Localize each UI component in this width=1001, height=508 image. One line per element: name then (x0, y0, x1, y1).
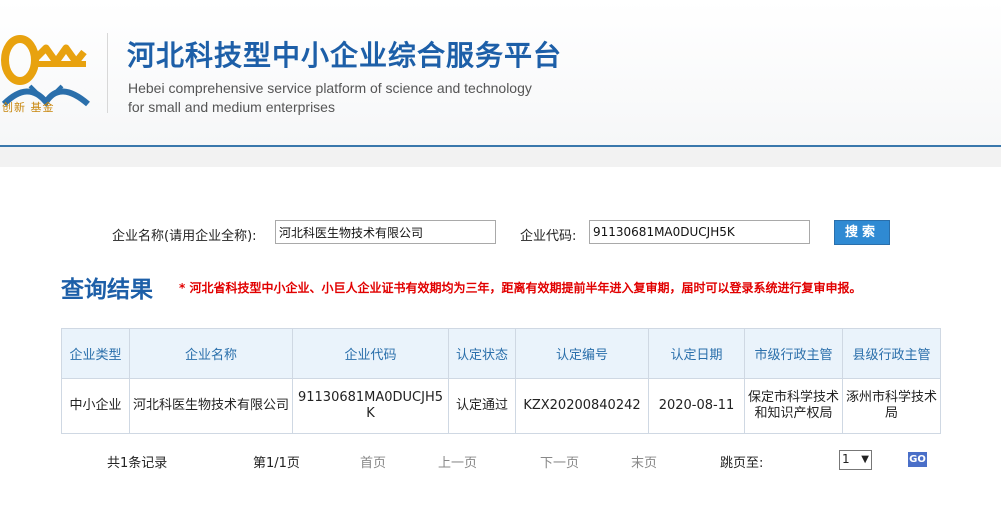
search-form: 企业名称(请用企业全称): 企业代码: 搜索 (0, 220, 1001, 246)
site-title: 河北科技型中小企业综合服务平台 (127, 39, 563, 72)
last-page-link[interactable]: 末页 (631, 452, 657, 471)
table-header-row: 企业类型 企业名称 企业代码 认定状态 认定编号 认定日期 市级行政主管 县级行… (61, 328, 941, 379)
col-header-code: 企业代码 (292, 328, 449, 379)
prev-page-link[interactable]: 上一页 (438, 452, 477, 471)
cell-code: 91130681MA0DUCJH5K (292, 378, 449, 434)
company-code-label: 企业代码: (520, 229, 577, 244)
col-header-type: 企业类型 (61, 328, 130, 379)
col-header-city-authority: 市级行政主管 (744, 328, 843, 379)
results-title: 查询结果 (61, 277, 153, 303)
first-page-link[interactable]: 首页 (360, 452, 386, 471)
results-notice: * 河北省科技型中小企业、小巨人企业证书有效期均为三年，距离有效期提前半年进入复… (179, 281, 862, 295)
cell-city-authority: 保定市科学技术和知识产权局 (744, 378, 843, 434)
search-button[interactable]: 搜索 (834, 220, 890, 245)
go-button[interactable]: GO (908, 452, 927, 467)
page-select-value: 1 (842, 452, 850, 466)
cell-date: 2020-08-11 (648, 378, 745, 434)
pagination: 共1条记录 第1/1页 首页 上一页 下一页 末页 跳页至: 1 ▼ GO (0, 450, 1001, 472)
col-header-name: 企业名称 (129, 328, 293, 379)
page-select[interactable]: 1 ▼ (839, 450, 872, 470)
logo-caption: 创新 基金 (2, 101, 55, 114)
header-shadow-band (0, 147, 1001, 167)
col-header-county-authority: 县级行政主管 (842, 328, 941, 379)
site-subtitle: Hebei comprehensive service platform of … (128, 79, 532, 117)
next-page-link[interactable]: 下一页 (540, 452, 579, 471)
header-divider (107, 33, 108, 113)
jump-label: 跳页至: (720, 456, 764, 471)
site-subtitle-line2: for small and medium enterprises (128, 99, 335, 115)
cell-name: 河北科医生物技术有限公司 (129, 378, 293, 434)
site-subtitle-line1: Hebei comprehensive service platform of … (128, 80, 532, 96)
col-header-status: 认定状态 (448, 328, 516, 379)
results-table: 企业类型 企业名称 企业代码 认定状态 认定编号 认定日期 市级行政主管 县级行… (61, 328, 941, 434)
company-code-input[interactable] (589, 220, 810, 244)
col-header-cert-no: 认定编号 (515, 328, 649, 379)
total-records: 共1条记录 (107, 456, 168, 471)
company-name-input[interactable] (275, 220, 496, 244)
page-indicator: 第1/1页 (253, 456, 300, 471)
table-row: 中小企业 河北科医生物技术有限公司 91130681MA0DUCJH5K 认定通… (61, 378, 941, 434)
cell-status: 认定通过 (448, 378, 516, 434)
cell-type: 中小企业 (61, 378, 130, 434)
company-name-label: 企业名称(请用企业全称): (112, 229, 257, 244)
site-header: 创新 基金 河北科技型中小企业综合服务平台 Hebei comprehensiv… (0, 0, 1001, 145)
col-header-date: 认定日期 (648, 328, 745, 379)
cell-cert-no: KZX20200840242 (515, 378, 649, 434)
chevron-down-icon: ▼ (861, 454, 869, 465)
cell-county-authority: 涿州市科学技术局 (842, 378, 941, 434)
